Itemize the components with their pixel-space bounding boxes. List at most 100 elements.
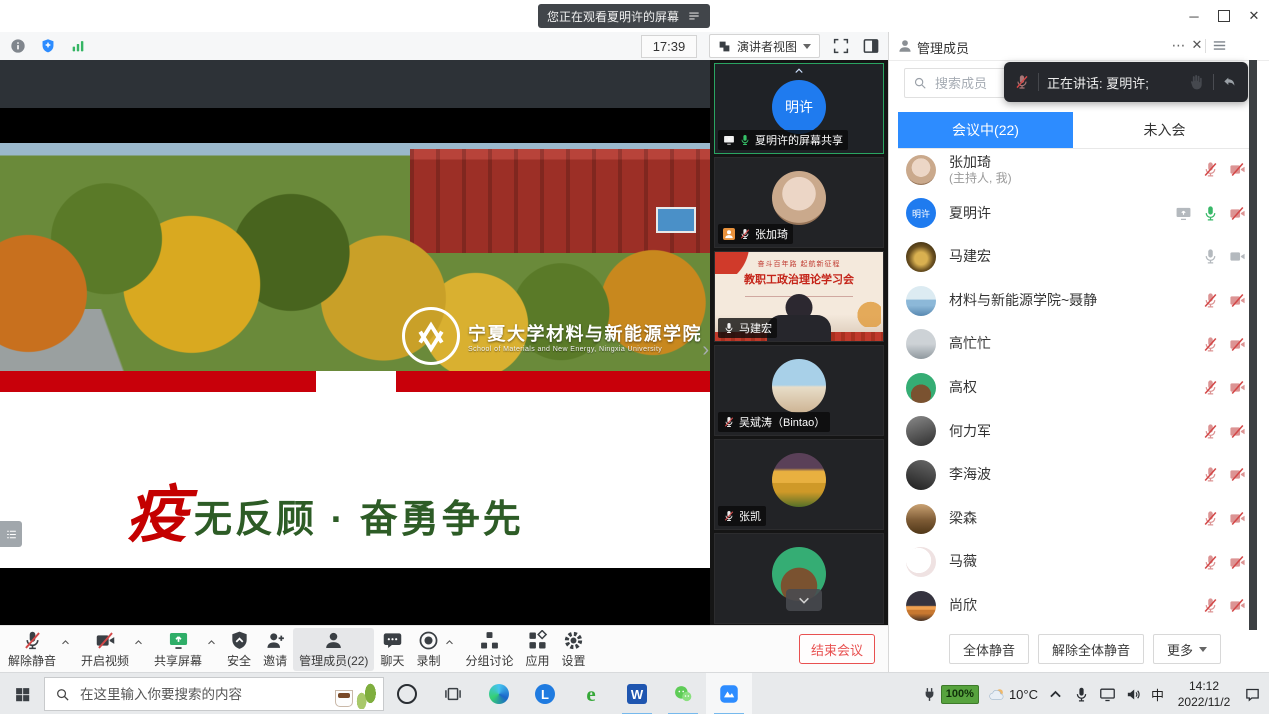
ime-indicator[interactable]: 中 [1151,685,1164,704]
camera-status-icon[interactable] [1229,205,1246,222]
toolbar-item-chat[interactable]: 聊天 [374,628,410,671]
video-thumbnail[interactable]: 吴斌涛（Bintao） [714,345,884,436]
mic-status-icon[interactable] [1202,161,1219,178]
toolbar-item-settings[interactable]: 设置 [555,628,591,671]
expand-options-chevron-icon[interactable] [206,637,217,648]
tray-display-icon[interactable] [1099,686,1116,703]
info-icon[interactable] [10,38,26,54]
maximize-button[interactable] [1209,3,1239,29]
member-row[interactable]: 马薇 [889,540,1256,584]
weather-indicator[interactable]: 10°C [988,686,1038,703]
raise-hand-icon[interactable] [1187,73,1205,91]
taskbar-search-input[interactable] [78,686,321,703]
screen-watch-banner[interactable]: 您正在观看夏明许的屏幕 [538,4,710,28]
camera-status-icon[interactable] [1229,336,1246,353]
security-shield-icon[interactable] [40,38,56,54]
word-button[interactable]: W [614,673,660,714]
member-row[interactable]: 李海波 [889,453,1256,497]
member-row[interactable]: 尚欣 [889,584,1256,628]
toolbar-item-record[interactable]: 录制 [410,628,446,671]
member-row[interactable]: 何力军 [889,410,1256,454]
start-button[interactable] [0,673,44,714]
expand-strip-arrow[interactable]: › [702,340,709,360]
panel-scrollbar[interactable] [1249,60,1257,630]
unmute-all-button[interactable]: 解除全体静音 [1038,634,1144,664]
camera-status-icon[interactable] [1229,161,1246,178]
taskbar-clock[interactable]: 14:12 2022/11/2 [1173,678,1235,710]
tray-mic-icon[interactable] [1073,686,1090,703]
battery-indicator[interactable]: 100% [921,685,979,704]
toolbar-item-breakout[interactable]: 分组讨论 [459,628,519,671]
minimize-button[interactable]: ─ [1179,3,1209,29]
camera-status-icon[interactable] [1229,379,1246,396]
side-panel-icon[interactable] [862,37,880,55]
mic-status-icon[interactable] [1202,466,1219,483]
meeting-app-button[interactable] [706,673,752,714]
volume-icon[interactable] [1125,686,1142,703]
member-row[interactable]: 高权 [889,366,1256,410]
camera-status-icon[interactable] [1229,510,1246,527]
task-view-button[interactable] [430,673,476,714]
video-thumbnail[interactable]: 明许夏明许的屏幕共享 [714,63,884,154]
camera-status-icon[interactable] [1229,554,1246,571]
fullscreen-icon[interactable] [832,37,850,55]
member-row[interactable]: 材料与新能源学院~聂静 [889,279,1256,323]
wechat-button[interactable] [660,673,706,714]
thumbnail-scroll-down-button[interactable] [786,589,822,611]
action-center-icon[interactable] [1244,686,1261,703]
expand-options-chevron-icon[interactable] [133,637,144,648]
toolbar-item-members[interactable]: 管理成员(22) [293,628,374,671]
video-thumbnail[interactable]: 张凯 [714,439,884,530]
toolbar-item-security[interactable]: 安全 [221,628,257,671]
mic-status-icon[interactable] [1202,336,1219,353]
member-row[interactable]: 马建宏 [889,235,1256,279]
toolbar-item-share-screen[interactable]: 共享屏幕 [148,628,208,671]
view-mode-button[interactable]: 演讲者视图 [709,34,820,58]
member-row[interactable]: 明许夏明许 [889,192,1256,236]
browser-l-button[interactable]: L [522,673,568,714]
mic-status-icon[interactable] [1202,292,1219,309]
toolbar-item-cam-muted[interactable]: 开启视频 [75,628,135,671]
mic-status-icon[interactable] [1202,423,1219,440]
taskbar-search-box[interactable] [44,677,384,711]
camera-status-icon[interactable] [1229,248,1246,265]
edge-browser-button[interactable] [476,673,522,714]
search-daily-image[interactable] [329,679,381,709]
camera-status-icon[interactable] [1229,423,1246,440]
mic-status-icon[interactable] [1202,248,1219,265]
tab-not-joined[interactable]: 未入会 [1073,112,1256,148]
tray-expand-chevron-icon[interactable] [1047,686,1064,703]
camera-status-icon[interactable] [1229,292,1246,309]
panel-menu-icon[interactable] [1211,37,1228,54]
mute-all-button[interactable]: 全体静音 [949,634,1029,664]
member-row[interactable]: 张加琦(主持人, 我) [889,148,1256,192]
mic-status-icon[interactable] [1202,205,1219,222]
video-thumbnail[interactable]: 张加琦 [714,157,884,248]
end-meeting-button[interactable]: 结束会议 [799,634,875,664]
camera-status-icon[interactable] [1229,466,1246,483]
internet-explorer-button[interactable]: e [568,673,614,714]
video-thumbnail[interactable]: 奋斗百年路 起航新征程教职工政治理论学习会马建宏 [714,251,884,342]
network-signal-icon[interactable] [70,38,86,54]
more-button[interactable]: 更多 [1153,634,1221,664]
mic-status-icon[interactable] [1202,379,1219,396]
toolbar-item-mic-muted[interactable]: 解除静音 [2,628,62,671]
panel-more-icon[interactable]: ⋯ [1170,36,1188,54]
member-row[interactable]: 高忙忙 [889,322,1256,366]
member-row[interactable]: 梁森 [889,497,1256,541]
cortana-button[interactable] [384,673,430,714]
mic-status-icon[interactable] [1202,510,1219,527]
close-button[interactable]: ✕ [1239,3,1269,29]
collapse-thumbnail-chevron-icon[interactable] [791,65,807,77]
camera-status-icon[interactable] [1229,597,1246,614]
expand-options-chevron-icon[interactable] [60,637,71,648]
reply-arrow-icon[interactable] [1222,74,1238,90]
panel-close-icon[interactable]: ✕ [1188,36,1206,54]
toolbar-item-invite[interactable]: 邀请 [257,628,293,671]
mic-status-icon[interactable] [1202,597,1219,614]
mic-status-icon[interactable] [1202,554,1219,571]
toolbar-item-apps[interactable]: 应用 [519,628,555,671]
expand-options-chevron-icon[interactable] [444,637,455,648]
banner-menu-icon[interactable] [687,9,701,23]
tab-in-meeting[interactable]: 会议中(22) [898,112,1073,148]
